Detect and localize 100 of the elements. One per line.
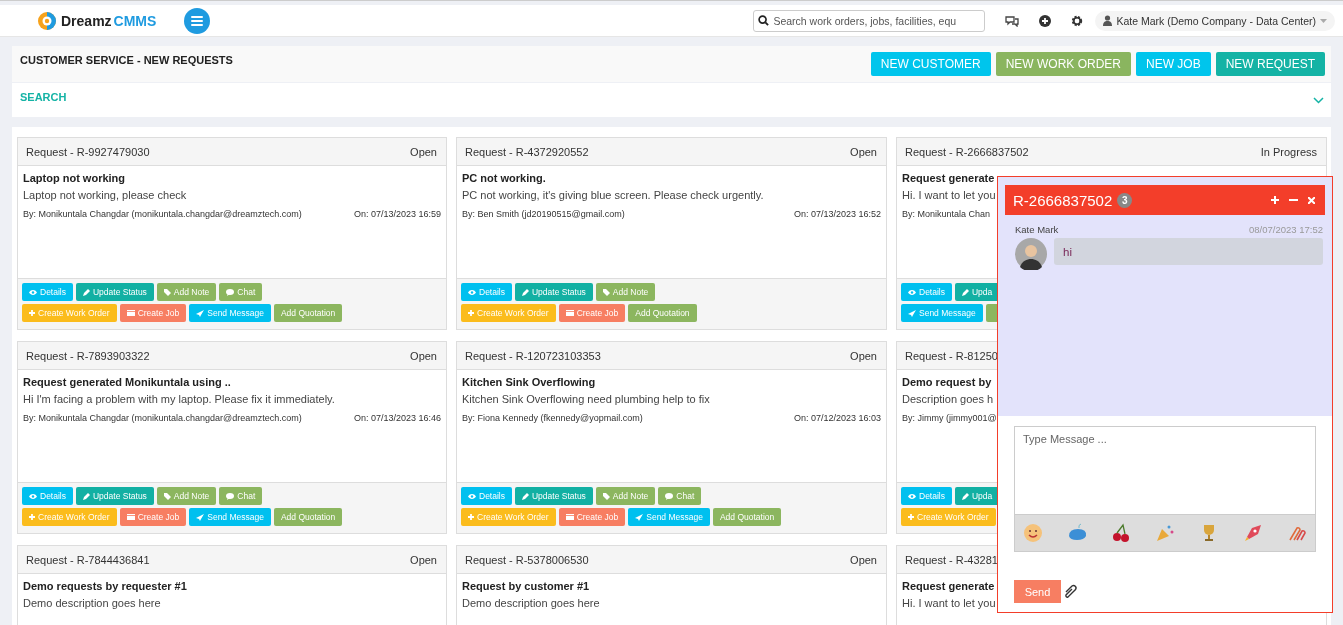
- card-action-button[interactable]: Update Status: [76, 487, 154, 505]
- card-action-button[interactable]: Chat: [219, 487, 263, 505]
- message-time: 08/07/2023 17:52: [1249, 224, 1323, 235]
- pencil-icon: [83, 288, 90, 296]
- card-action-button[interactable]: Add Quotation: [628, 304, 697, 322]
- card-icon: [126, 310, 135, 316]
- menu-button[interactable]: [184, 7, 210, 34]
- send-button[interactable]: Send: [1014, 580, 1061, 603]
- card-action-button[interactable]: Add Quotation: [712, 508, 782, 526]
- search-panel-title[interactable]: SEARCH: [20, 91, 67, 103]
- request-status: In Progress: [1260, 145, 1317, 158]
- pencil-icon: [962, 492, 969, 500]
- card-action-button[interactable]: Chat: [658, 487, 702, 505]
- cherry-icon[interactable]: [1111, 523, 1131, 543]
- card-action-button[interactable]: Details: [22, 283, 73, 301]
- message-count-badge: 3: [1117, 192, 1133, 208]
- smiley-icon[interactable]: [1023, 523, 1043, 543]
- request-title: Demo requests by requester #1: [23, 580, 187, 592]
- plus-icon: [29, 310, 35, 316]
- user-menu[interactable]: Kate Mark (Demo Company - Data Center): [1095, 10, 1335, 31]
- card-action-button[interactable]: Create Work Order: [901, 508, 996, 526]
- request-description: Demo description goes here: [462, 597, 600, 609]
- request-description: Laptop not working, please check: [23, 189, 187, 201]
- request-description: PC not working, it's giving blue screen. Please check urgently.: [462, 189, 764, 201]
- card-action-button[interactable]: Upda: [955, 487, 1000, 505]
- close-icon[interactable]: [1308, 196, 1315, 204]
- plus-icon: [29, 514, 35, 520]
- avatar-icon: [1015, 238, 1047, 270]
- card-action-button[interactable]: Add Note: [595, 487, 656, 505]
- minimize-icon[interactable]: [1289, 196, 1298, 204]
- new-action-button[interactable]: NEW WORK ORDER: [995, 52, 1131, 76]
- request-description: Demo description goes here: [23, 597, 161, 609]
- card-action-button[interactable]: Add Note: [156, 487, 217, 505]
- card-action-button[interactable]: Add Quotation: [273, 508, 343, 526]
- request-status: Open: [850, 553, 877, 566]
- card-action-button[interactable]: Send Message: [189, 304, 271, 322]
- card-action-button[interactable]: Details: [461, 283, 512, 301]
- chevron-icon[interactable]: [1313, 96, 1324, 104]
- pencil-icon: [962, 288, 969, 296]
- card-action-button[interactable]: Update Status: [515, 283, 593, 301]
- card-action-button[interactable]: Details: [461, 487, 512, 505]
- new-action-button[interactable]: NEW REQUEST: [1215, 52, 1325, 76]
- request-description: Hi I'm facing a problem with my laptop. Please fix it immediately.: [23, 393, 335, 405]
- requester-info: By: Ben Smith (jd20190515@gmail.com): [462, 209, 625, 219]
- card-action-button[interactable]: Create Work Order: [22, 508, 117, 526]
- plus-icon: [908, 514, 914, 520]
- request-title: Kitchen Sink Overflowing: [462, 376, 596, 388]
- card-action-button[interactable]: Create Job: [119, 304, 187, 322]
- requester-info: By: Monikuntala Chan: [902, 209, 991, 219]
- request-title: Demo request by: [902, 376, 992, 388]
- card-action-button[interactable]: Send Message: [189, 508, 271, 526]
- pencil-icon: [522, 492, 529, 500]
- card-action-button[interactable]: Send Message: [901, 304, 983, 322]
- request-date: On: 07/12/2023 16:03: [793, 413, 881, 423]
- card-action-button[interactable]: Details: [22, 487, 73, 505]
- request-description: Description goes h: [902, 393, 994, 405]
- new-action-button[interactable]: NEW CUSTOMER: [870, 52, 991, 76]
- eye-icon: [29, 493, 37, 499]
- search-field[interactable]: Search work orders, jobs, facilities, equ: [753, 9, 986, 32]
- tag-icon: [163, 492, 171, 500]
- card-action-button[interactable]: Update Status: [515, 487, 593, 505]
- eye-icon: [468, 493, 476, 499]
- card-icon: [565, 514, 574, 520]
- rocket-icon[interactable]: [1243, 523, 1263, 543]
- card-action-button[interactable]: Send Message: [628, 508, 710, 526]
- card-icon: [126, 514, 135, 520]
- request-description: Hi. I want to let you: [902, 597, 996, 609]
- new-action-button[interactable]: NEW JOB: [1136, 52, 1211, 76]
- card-action-button[interactable]: Create Work Order: [461, 508, 556, 526]
- card-action-button[interactable]: Details: [901, 487, 952, 505]
- chat-title: R-2666837502: [1013, 191, 1113, 209]
- card-action-button[interactable]: Add Quotation: [273, 304, 343, 322]
- add-icon[interactable]: [1039, 14, 1052, 27]
- menu-icon: [191, 15, 203, 26]
- card-action-button[interactable]: Add Note: [595, 283, 656, 301]
- tag-icon: [163, 288, 171, 296]
- speech-bubble-icon: [665, 492, 674, 500]
- pencil-icon: [83, 492, 90, 500]
- card-action-button[interactable]: Create Job: [119, 508, 187, 526]
- card-action-button[interactable]: Create Job: [558, 508, 626, 526]
- search-icon: [758, 15, 770, 26]
- paperclip-icon[interactable]: [1062, 582, 1078, 601]
- card-action-button[interactable]: Create Work Order: [461, 304, 556, 322]
- card-action-button[interactable]: Details: [901, 283, 952, 301]
- requester-info: By: Fiona Kennedy (fkennedy@yopmail.com): [462, 413, 643, 423]
- settings-icon[interactable]: [1071, 14, 1084, 27]
- card-action-button[interactable]: Create Job: [558, 304, 626, 322]
- chat-icon[interactable]: [1005, 14, 1020, 27]
- speech-bubble-icon: [226, 492, 235, 500]
- message-field[interactable]: Type Message ...: [1014, 426, 1316, 514]
- request-number: Request - R-7893903322: [26, 349, 150, 362]
- brand-name: Dreamz: [61, 12, 112, 29]
- card-action-button[interactable]: Add Note: [156, 283, 217, 301]
- card-action-button[interactable]: Update Status: [76, 283, 154, 301]
- page-title: CUSTOMER SERVICE - NEW REQUESTS: [20, 54, 233, 66]
- expand-icon[interactable]: [1271, 196, 1279, 204]
- card-action-button[interactable]: Chat: [219, 283, 263, 301]
- tag-icon: [602, 288, 610, 296]
- card-action-button[interactable]: Upda: [955, 283, 1000, 301]
- card-action-button[interactable]: Create Work Order: [22, 304, 117, 322]
